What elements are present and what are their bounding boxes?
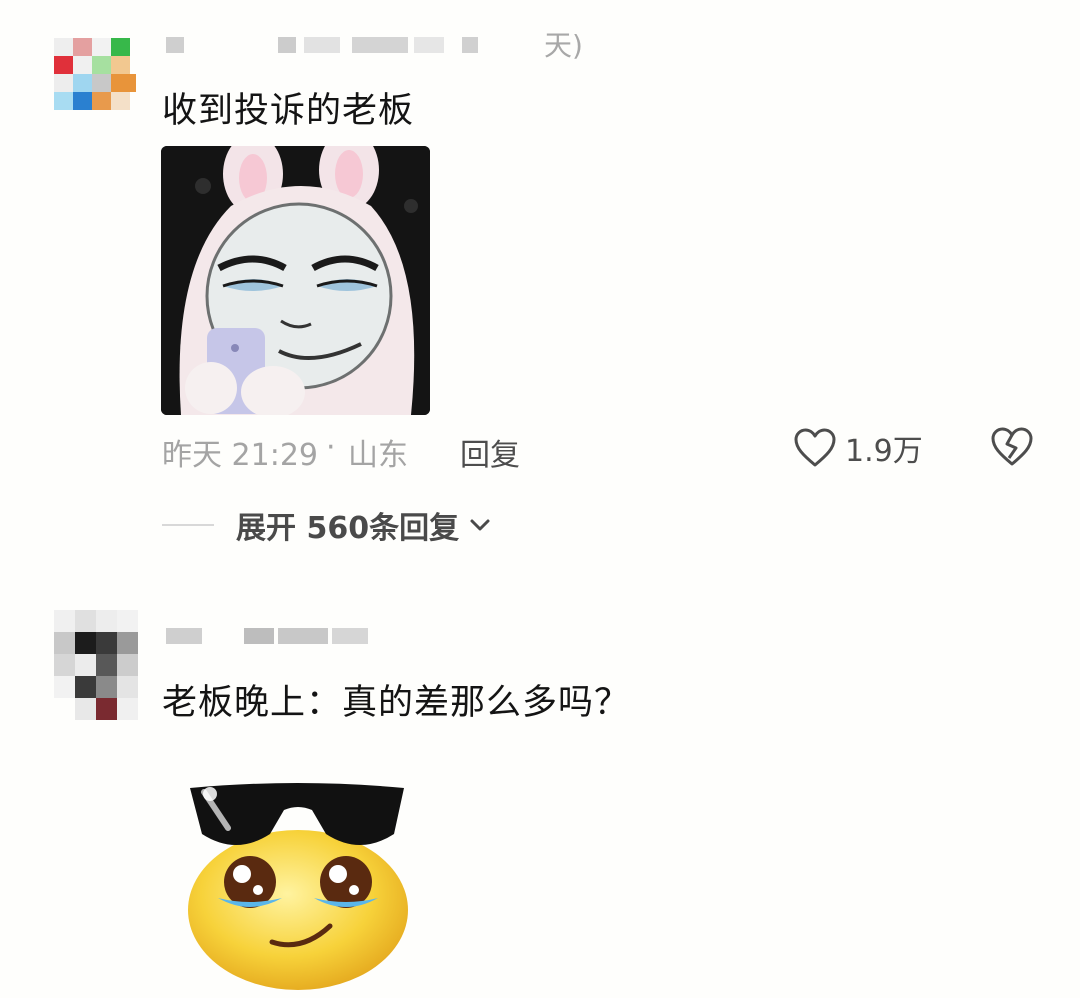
username[interactable] xyxy=(166,37,586,53)
divider xyxy=(162,524,214,526)
chevron-down-icon xyxy=(470,519,490,531)
username-suffix: 天) xyxy=(544,29,583,62)
dislike-button[interactable] xyxy=(990,426,1034,472)
expand-replies-label: 展开 560条回复 xyxy=(236,511,460,546)
avatar[interactable] xyxy=(54,38,136,112)
expand-replies[interactable]: 展开 560条回复 xyxy=(162,503,491,547)
like-button[interactable]: 1.9万 xyxy=(793,426,923,470)
sunglasses-emoji-sticker[interactable] xyxy=(180,770,416,990)
heart-outline-icon xyxy=(794,428,836,467)
username[interactable] xyxy=(166,628,376,644)
comment-text: 老板晚上：真的差那么多吗？ xyxy=(162,683,631,723)
comment-location: 山东 xyxy=(348,438,408,473)
meme-sticker-image[interactable] xyxy=(161,146,430,415)
like-count: 1.9万 xyxy=(845,434,923,469)
comment-time: 昨天 21:29 xyxy=(162,438,318,473)
reply-button[interactable]: 回复 xyxy=(460,430,520,474)
broken-heart-icon xyxy=(991,427,1033,466)
avatar[interactable] xyxy=(54,610,140,720)
meta-separator: · xyxy=(326,430,336,465)
comment-text: 收到投诉的老板 xyxy=(162,91,415,131)
